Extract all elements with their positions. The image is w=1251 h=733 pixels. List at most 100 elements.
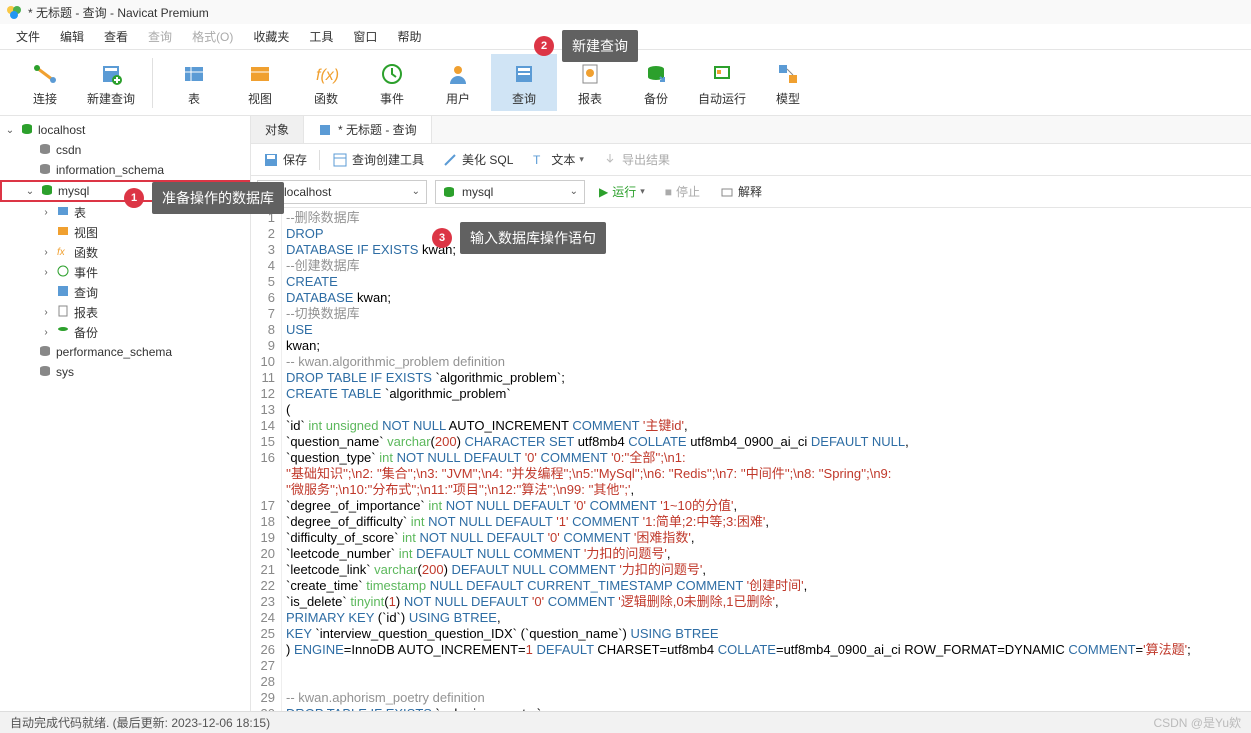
- db-icon: [38, 162, 52, 179]
- tool-event[interactable]: 事件: [359, 54, 425, 111]
- line-gutter: 1234567891011121314151617181920212223242…: [251, 208, 281, 716]
- tab-* 无标题 - 查询[interactable]: * 无标题 - 查询: [304, 116, 432, 143]
- connect-icon: [12, 58, 78, 90]
- code-area[interactable]: --删除数据库DROPDATABASE IF EXISTS kwan;--创建数…: [281, 208, 1191, 716]
- tool-connect[interactable]: 连接: [12, 54, 78, 111]
- wand-icon: [442, 152, 458, 168]
- tab-对象[interactable]: 对象: [251, 116, 304, 143]
- view-icon: [56, 224, 70, 241]
- beautify-button[interactable]: 美化 SQL: [436, 148, 519, 171]
- auto-icon: [689, 58, 755, 90]
- svg-text:f(x): f(x): [316, 67, 339, 84]
- builder-icon: [332, 152, 348, 168]
- menu-收藏夹[interactable]: 收藏夹: [243, 24, 299, 49]
- tool-user[interactable]: 用户: [425, 54, 491, 111]
- user-icon: [425, 58, 491, 90]
- title-bar: * 无标题 - 查询 - Navicat Premium: [0, 0, 1251, 24]
- tree-csdn[interactable]: csdn: [0, 140, 250, 160]
- table-icon: [161, 58, 227, 90]
- fx-icon: f(x): [293, 58, 359, 90]
- sql-editor[interactable]: 1234567891011121314151617181920212223242…: [251, 208, 1251, 716]
- app-logo-icon: [6, 4, 22, 20]
- stop-button: ■ 停止: [659, 180, 706, 203]
- report-icon: [56, 304, 70, 321]
- db-icon: [40, 183, 54, 200]
- model-icon: [755, 58, 821, 90]
- tree-函数[interactable]: ›fx函数: [0, 242, 250, 262]
- tool-report[interactable]: 报表: [557, 54, 623, 111]
- status-bar: 自动完成代码就绪. (最后更新: 2023-12-06 18:15) CSDN …: [0, 711, 1251, 733]
- tool-auto[interactable]: 自动运行: [689, 54, 755, 111]
- report-icon: [557, 58, 623, 90]
- save-button[interactable]: 保存: [257, 148, 313, 171]
- query-icon: [318, 123, 332, 137]
- tab-strip: 对象* 无标题 - 查询: [251, 116, 1251, 144]
- tool-backup[interactable]: 备份: [623, 54, 689, 111]
- explain-button[interactable]: 解释: [714, 180, 768, 203]
- db-dropdown[interactable]: mysql⌄: [435, 180, 585, 204]
- menu-文件[interactable]: 文件: [6, 24, 50, 49]
- floppy-icon: [263, 152, 279, 168]
- table-icon: [56, 204, 70, 221]
- event-icon: [359, 58, 425, 90]
- tool-view[interactable]: 视图: [227, 54, 293, 111]
- callout-3-num: 3: [432, 228, 452, 248]
- tree-performance_schema[interactable]: performance_schema: [0, 342, 250, 362]
- tree-视图[interactable]: 视图: [0, 222, 250, 242]
- explain-icon: [720, 185, 734, 199]
- tree-事件[interactable]: ›事件: [0, 262, 250, 282]
- text-dropdown[interactable]: T文本▾: [525, 148, 590, 171]
- callout-1: 1 准备操作的数据库: [124, 182, 284, 214]
- server-icon: [20, 122, 34, 139]
- database-icon: [442, 185, 456, 199]
- tree-sys[interactable]: sys: [0, 362, 250, 382]
- callout-3: 3 输入数据库操作语句: [432, 222, 606, 254]
- svg-text:T: T: [533, 153, 541, 167]
- db-icon: [38, 364, 52, 381]
- backup-icon: [56, 324, 70, 341]
- event-icon: [56, 264, 70, 281]
- backup-icon: [623, 58, 689, 90]
- builder-button[interactable]: 查询创建工具: [326, 148, 430, 171]
- status-right: CSDN @是Yu欸: [1153, 714, 1241, 731]
- tree-localhost[interactable]: ⌄localhost: [0, 120, 250, 140]
- callout-3-text: 输入数据库操作语句: [460, 222, 606, 254]
- fx-icon: fx: [56, 244, 70, 261]
- menu-格式(O): 格式(O): [182, 24, 243, 49]
- tree-查询[interactable]: 查询: [0, 282, 250, 302]
- callout-1-num: 1: [124, 188, 144, 208]
- tool-query[interactable]: 查询: [491, 54, 557, 111]
- menu-工具[interactable]: 工具: [299, 24, 343, 49]
- status-left: 自动完成代码就绪. (最后更新: 2023-12-06 18:15): [10, 714, 270, 731]
- query-icon: [491, 58, 557, 90]
- window-title: * 无标题 - 查询 - Navicat Premium: [28, 4, 209, 21]
- query-toolbar: 保存 查询创建工具 美化 SQL T文本▾ 导出结果: [251, 144, 1251, 176]
- export-icon: [602, 152, 618, 168]
- tool-fx[interactable]: f(x)函数: [293, 54, 359, 111]
- menu-查询: 查询: [138, 24, 182, 49]
- menu-窗口[interactable]: 窗口: [343, 24, 387, 49]
- text-icon: T: [531, 152, 547, 168]
- tree-报表[interactable]: ›报表: [0, 302, 250, 322]
- connection-row: localhost⌄ mysql⌄ ▶ 运行 ▾ ■ 停止 解释: [251, 176, 1251, 208]
- menu-编辑[interactable]: 编辑: [50, 24, 94, 49]
- callout-1-text: 准备操作的数据库: [152, 182, 284, 214]
- query-icon: [56, 284, 70, 301]
- run-button[interactable]: ▶ 运行 ▾: [593, 180, 651, 203]
- tree-information_schema[interactable]: information_schema: [0, 160, 250, 180]
- db-icon: [38, 142, 52, 159]
- tool-table[interactable]: 表: [161, 54, 227, 111]
- tree-备份[interactable]: ›备份: [0, 322, 250, 342]
- export-button: 导出结果: [596, 148, 676, 171]
- tool-new-query[interactable]: 新建查询: [78, 54, 144, 111]
- callout-2-num: 2: [534, 36, 554, 56]
- tool-model[interactable]: 模型: [755, 54, 821, 111]
- menu-查看[interactable]: 查看: [94, 24, 138, 49]
- callout-2: 2 新建查询: [534, 30, 638, 62]
- new-query-icon: [78, 58, 144, 90]
- callout-2-text: 新建查询: [562, 30, 638, 62]
- view-icon: [227, 58, 293, 90]
- svg-text:fx: fx: [57, 247, 66, 258]
- db-icon: [38, 344, 52, 361]
- menu-帮助[interactable]: 帮助: [387, 24, 431, 49]
